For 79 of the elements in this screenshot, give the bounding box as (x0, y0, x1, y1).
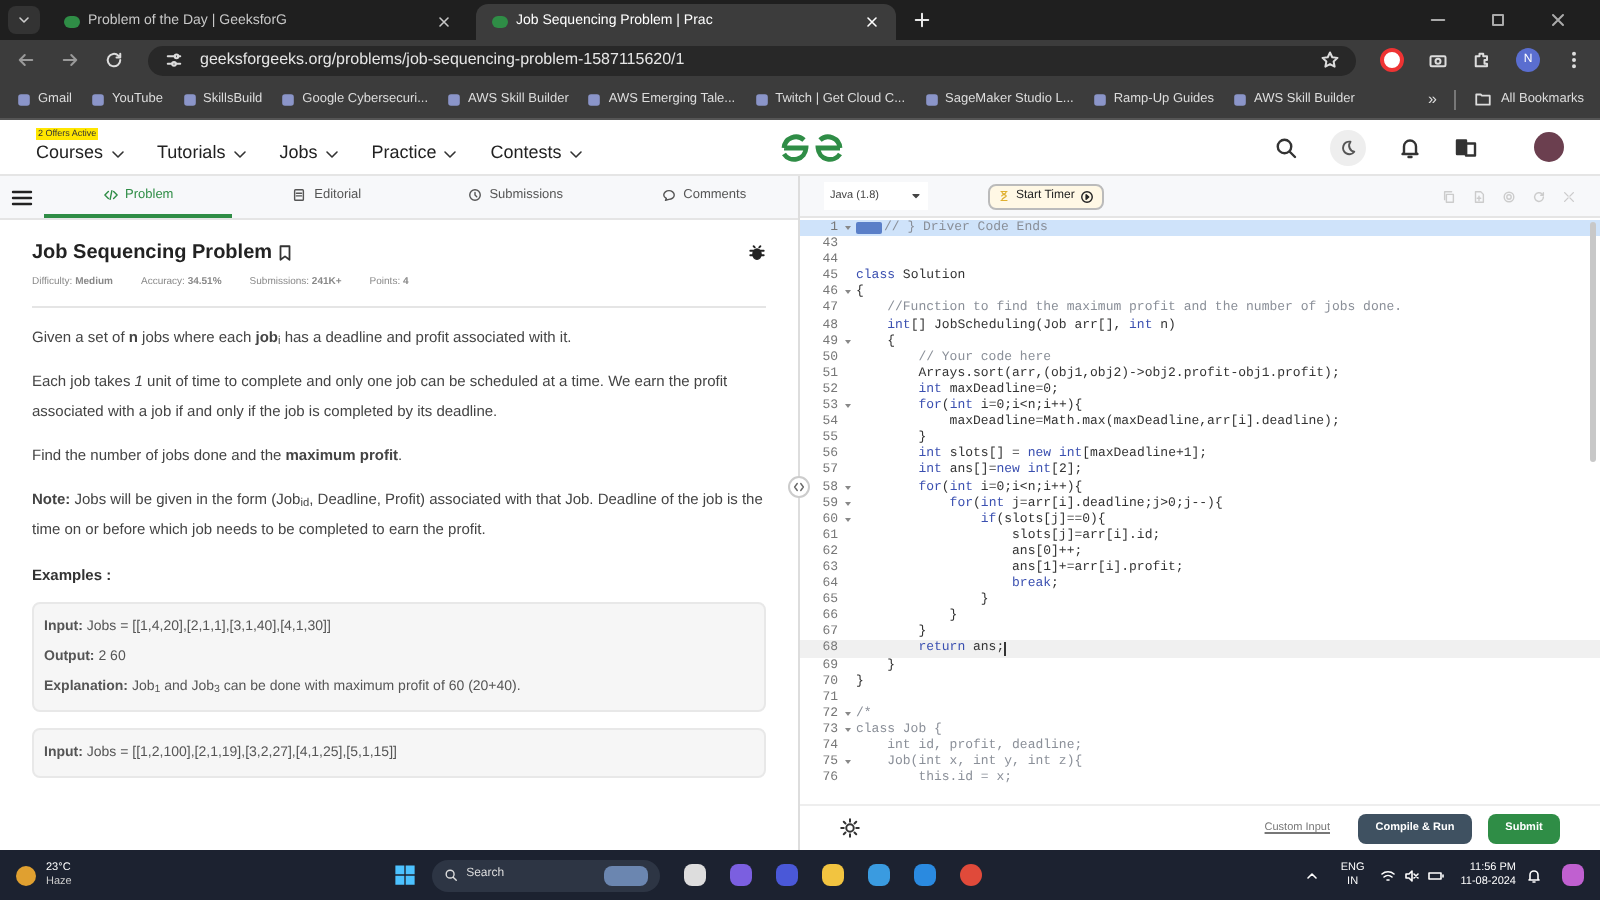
favicon-icon (181, 91, 198, 107)
dark-mode-button[interactable] (1330, 129, 1366, 165)
copilot-icon[interactable] (1562, 864, 1584, 886)
folder-icon[interactable] (822, 864, 845, 886)
favicon-icon (753, 91, 770, 107)
more-bookmarks-button[interactable]: » (1428, 87, 1437, 111)
resize-handle[interactable] (788, 476, 810, 498)
caret-icon (567, 145, 584, 161)
store-icon[interactable] (868, 864, 891, 886)
search-highlight-image (604, 865, 649, 885)
weather-icon[interactable] (16, 865, 36, 885)
translate-icon[interactable] (1454, 135, 1478, 159)
bug-icon[interactable] (748, 244, 766, 262)
speech-bubble-icon (661, 188, 676, 202)
favicon-icon (16, 91, 32, 107)
url-text: geeksforgeeks.org/problems/job-sequencing-problem-1587115620/1 (200, 48, 687, 72)
forward-icon[interactable] (60, 50, 80, 70)
favicon-icon (446, 91, 463, 107)
maximize-icon[interactable] (1488, 10, 1508, 30)
document-icon (292, 188, 307, 202)
app-icon[interactable] (776, 864, 799, 886)
favicon-icon (89, 91, 106, 107)
address-bar[interactable]: geeksforgeeks.org/problems/job-sequencing-problem-1587115620/1 (148, 45, 1356, 75)
text-cursor (1004, 641, 1007, 656)
battery-icon[interactable] (1428, 867, 1445, 883)
speaker-muted-icon[interactable] (1404, 867, 1421, 883)
new-tab-icon[interactable] (912, 10, 932, 30)
notification-bell-icon[interactable] (1526, 867, 1542, 883)
site-info-icon (164, 50, 184, 70)
task-view-icon[interactable] (684, 864, 707, 886)
caret-icon (323, 145, 340, 161)
nav-menu[interactable]: Jobs (279, 139, 340, 167)
code-icon (103, 188, 118, 202)
start-icon[interactable] (394, 864, 417, 886)
logo-icon[interactable] (778, 131, 846, 163)
handle-arrow-icon (792, 480, 806, 494)
folded-code-marker[interactable] (856, 222, 882, 235)
caret-icon (231, 145, 248, 161)
code-editor-icon[interactable] (914, 864, 937, 886)
favicon-icon (64, 16, 80, 28)
search-icon (444, 868, 459, 882)
video-call-icon[interactable] (730, 864, 753, 886)
star-icon[interactable] (1320, 50, 1340, 70)
wifi-icon[interactable] (1380, 867, 1397, 883)
caret-icon (16, 12, 32, 28)
tab-search-button[interactable] (8, 6, 40, 34)
back-icon[interactable] (16, 50, 36, 70)
problem-title: Job Sequencing Problem (32, 240, 273, 268)
extensions-icon[interactable] (1472, 50, 1492, 70)
light-bulb-icon (840, 818, 860, 838)
favicon-icon (1232, 91, 1249, 107)
folder-icon (1474, 90, 1493, 108)
search-icon[interactable] (1274, 135, 1298, 159)
bell-icon[interactable] (1398, 135, 1422, 159)
favicon-icon (586, 91, 603, 107)
chevron-up-icon[interactable] (1304, 867, 1321, 883)
record-icon[interactable] (1380, 48, 1404, 72)
favicon-icon (1091, 91, 1108, 107)
close-icon[interactable] (436, 14, 452, 30)
nav-menu[interactable]: Practice (371, 139, 459, 167)
hourglass-icon (998, 190, 1010, 202)
close-icon[interactable] (1548, 10, 1568, 30)
caret-icon (109, 145, 126, 161)
favicon-icon (923, 91, 939, 107)
menu-icon[interactable] (10, 185, 34, 209)
clock-icon (467, 188, 482, 202)
camera-icon[interactable] (1428, 50, 1448, 70)
user-avatar[interactable] (1534, 132, 1564, 162)
favicon-icon (492, 16, 508, 28)
play-circle-icon (1080, 189, 1095, 203)
favicon-icon (280, 91, 297, 107)
browser-icon[interactable] (960, 864, 983, 886)
caret-icon (442, 145, 459, 161)
reload-icon[interactable] (104, 50, 124, 70)
nav-menu[interactable]: Contests (490, 139, 584, 167)
nav-menu[interactable]: Tutorials (157, 139, 248, 167)
nav-menu[interactable]: Courses (36, 139, 126, 167)
moon-icon (1338, 137, 1358, 157)
caret-icon (910, 190, 922, 202)
